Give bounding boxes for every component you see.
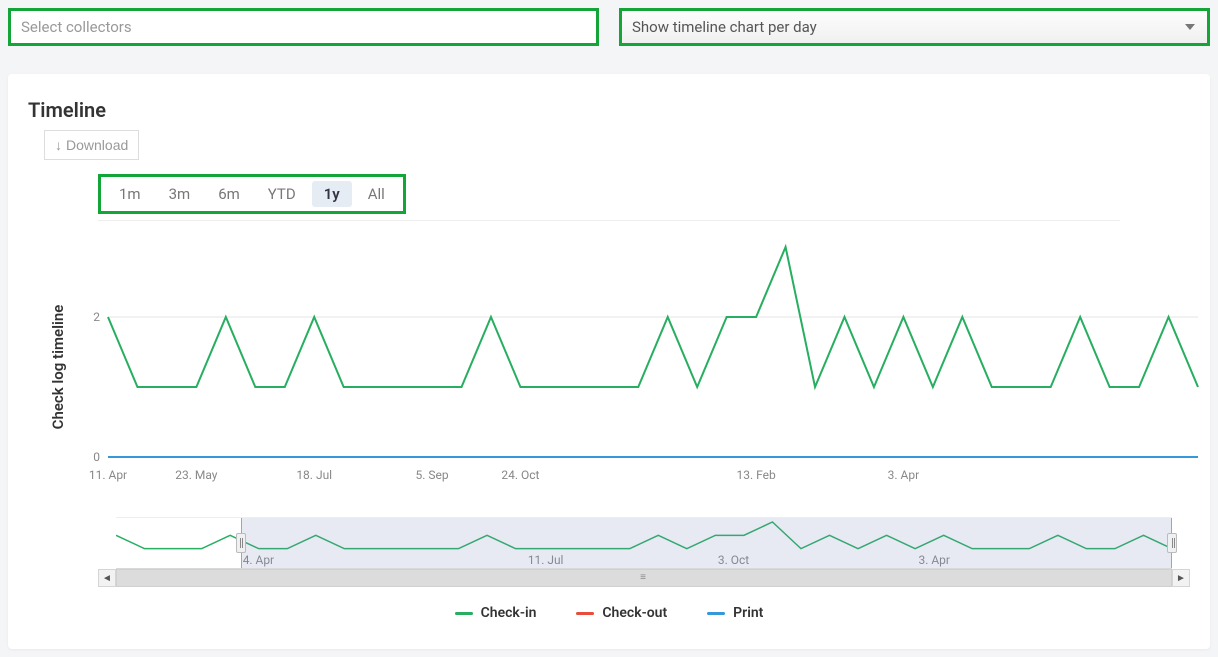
legend-label: Check-out (602, 605, 667, 621)
download-button[interactable]: ↓ Download (44, 130, 139, 160)
timeline-view-selected: Show timeline chart per day (632, 18, 817, 36)
navigator-right-arrow[interactable]: ► (1172, 569, 1190, 587)
chart-navigator[interactable]: 4. Apr11. Jul3. Oct3. Apr ◄ ► (98, 517, 1190, 587)
svg-text:13. Feb: 13. Feb (736, 468, 776, 482)
range-3m[interactable]: 3m (157, 181, 203, 207)
chart-svg[interactable]: 0 2 11. Apr 23. May 18. Jul 5. Sep 24. Oct 13. … (78, 237, 1208, 497)
svg-text:0: 0 (93, 450, 100, 464)
legend-label: Check-in (481, 605, 537, 621)
svg-text:24. Oct: 24. Oct (501, 468, 539, 482)
svg-text:18. Jul: 18. Jul (296, 468, 332, 482)
chart-legend: Check-in Check-out Print (28, 605, 1190, 621)
legend-item-check-out[interactable]: Check-out (576, 605, 667, 621)
legend-label: Print (733, 605, 763, 621)
select-collectors-placeholder: Select collectors (21, 18, 132, 36)
svg-text:2: 2 (93, 310, 100, 324)
legend-swatch (707, 612, 725, 615)
range-all[interactable]: All (356, 181, 397, 207)
range-1y[interactable]: 1y (312, 181, 352, 207)
navigator-left-arrow[interactable]: ◄ (98, 569, 116, 587)
navigator-scrollbar[interactable] (116, 569, 1172, 587)
navigator-selection[interactable] (241, 518, 1172, 568)
range-ytd[interactable]: YTD (256, 181, 308, 207)
legend-item-print[interactable]: Print (707, 605, 763, 621)
legend-item-check-in[interactable]: Check-in (455, 605, 537, 621)
range-selector: 1m3m6mYTD1yAll (98, 174, 406, 214)
range-1m[interactable]: 1m (107, 181, 153, 207)
legend-swatch (576, 612, 594, 615)
timeline-view-select[interactable]: Show timeline chart per day (619, 8, 1210, 46)
timeline-card: Timeline ↓ Download 1m3m6mYTD1yAll Check… (8, 74, 1210, 649)
svg-text:3. Apr: 3. Apr (888, 468, 920, 482)
svg-text:23. May: 23. May (175, 468, 218, 482)
range-6m[interactable]: 6m (206, 181, 252, 207)
navigator-handle-left[interactable] (236, 533, 246, 553)
navigator-handle-right[interactable] (1167, 533, 1177, 553)
divider (98, 220, 1120, 221)
download-icon: ↓ (55, 137, 62, 153)
y-axis-label: Check log timeline (49, 305, 67, 430)
svg-text:5. Sep: 5. Sep (415, 468, 448, 482)
download-label: Download (66, 137, 128, 153)
legend-swatch (455, 612, 473, 615)
svg-text:11. Apr: 11. Apr (89, 468, 127, 482)
card-title: Timeline (28, 98, 1190, 122)
select-collectors[interactable]: Select collectors (8, 8, 599, 46)
timeline-chart: Check log timeline 0 2 11. Apr 23. May 18. J… (28, 237, 1190, 497)
